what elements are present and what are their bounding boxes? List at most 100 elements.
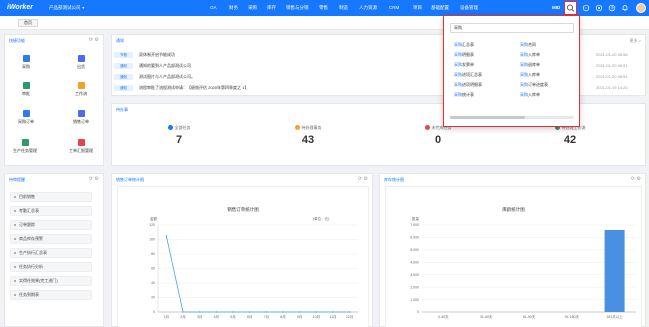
notice-more-link[interactable]: 更多 > [630,38,641,44]
y-tick-label: 6,000 [410,236,419,240]
tab-home[interactable]: 首页 [18,19,38,27]
y-tick-label: 60 [151,267,155,271]
reminder-item[interactable]: 订单跟踪 [10,220,92,230]
search-result-item[interactable]: 采购明细表 [454,52,474,58]
settings-icon[interactable]: ⚙ [95,37,99,43]
y-tick-label: 0 [417,310,419,314]
stock-bar-chart: 7,000 6,000 5,000 4,000 3,000 2,000 1,000 0 0-30… [410,223,636,319]
quick-item-purchase[interactable]: 采购 [8,55,44,70]
search-result-item[interactable]: 采购统计表 [454,92,474,98]
notice-tag: 节假 [114,52,133,58]
nav-item-equipment[interactable]: 设备管理 [460,5,478,11]
purchase-order-icon [22,110,30,117]
message-icon[interactable] [582,4,590,12]
search-result-item[interactable]: 采购汇总表 [454,42,474,48]
scrollbar-thumb[interactable] [450,116,525,119]
x-tick-label: 31-60天 [480,315,493,319]
nav-item-retail[interactable]: 零售 [319,5,328,11]
quick-item-production-task[interactable]: 生产任务管理 [5,139,45,154]
data-point [282,311,284,313]
purchase-icon [22,55,30,62]
quick-item-work-report[interactable]: 工单汇报管理 [61,139,101,154]
search-highlight: 采购 [520,62,528,67]
reminder-item[interactable]: 任务到期表 [10,290,92,300]
stat-all-tasks[interactable]: 全部任务 7 [139,125,219,146]
x-tick-label: 61-90天 [523,315,536,319]
data-point [198,311,201,313]
nav-item-finance[interactable]: 财务 [229,5,238,11]
help-icon[interactable] [608,4,616,12]
refresh-icon[interactable]: ⟳ [358,176,362,182]
notice-row[interactable]: 通知 通知的要到人产品部测试公司 [114,63,191,69]
x-tick-label: 10月 [313,314,320,319]
search-highlight: 采购 [454,82,462,87]
search-input[interactable]: 采购 [450,23,574,33]
nav-item-manufacturing[interactable]: 制造 [339,5,348,11]
quick-item-purchase-order[interactable]: 采购订单 [8,110,44,125]
reminder-item[interactable]: 商品库存预警 [10,234,92,244]
avatar[interactable] [636,3,646,13]
data-point [182,311,184,313]
nav-item-crm[interactable]: CRM [389,5,399,10]
refresh-icon[interactable]: ⟳ [89,176,93,182]
search-highlight: 采购 [520,82,528,87]
reminder-item[interactable]: 实得任效果(完工进门) [10,276,92,286]
popup-scrollbar[interactable] [450,116,574,119]
stat-pending-affairs[interactable]: 待处理事务 43 [268,125,348,146]
quick-item-sales-order[interactable]: 销售订单 [63,110,99,125]
stat-unfinished-tasks[interactable]: 未完成任务 0 [398,125,478,146]
quick-item-shipping[interactable]: 出货 [63,55,99,70]
bell-icon[interactable] [621,4,629,12]
reminder-item[interactable]: 生产执行汇总表 [10,248,92,258]
panel-tools: ⟳ ⚙ [89,176,99,182]
search-result-item[interactable]: 采购发票单 [454,62,474,68]
workflow-icon [77,82,85,89]
work-report-icon [77,139,85,146]
settings-icon[interactable]: ⚙ [95,176,99,182]
nav-item-base-config[interactable]: 基础配置 [431,5,449,11]
y-tick-label: 7,000 [410,223,419,227]
reminder-item[interactable]: 任务执行分析 [10,262,92,272]
gear-icon[interactable] [595,4,603,12]
settings-icon[interactable]: ⚙ [637,176,641,182]
nav-item-oa[interactable]: OA [210,5,217,10]
reminders-panel: 待审提醒 ⟳ ⚙ 目前销售 考勤汇总表 订单跟踪 商品库存预警 生产执行汇总表 … [4,173,104,327]
quick-functions-panel: 快捷功能 ⟳ ⚙ 采购 出货 审批 工作流 采购订单 销售订单 生产任务管理 工… [4,34,104,166]
quick-item-workflow[interactable]: 工作流 [63,82,99,97]
search-result-item[interactable]: 采购入库单 [520,92,540,98]
search-result-text: 入库单 [528,92,540,97]
search-highlight: 采购 [454,72,462,77]
refresh-icon[interactable]: ⟳ [631,176,635,182]
alert-icon [424,125,430,130]
x-tick-label: 181天以上 [606,314,623,319]
notice-row[interactable]: 通知 测试图片与人产品部测试公司。 [114,74,195,80]
quick-item-approval[interactable]: 审批 [8,82,44,97]
search-result-item[interactable]: 采购进项汇总表 [454,72,482,78]
search-result-item[interactable]: 采购退库单 [520,62,540,68]
nav-item-sales[interactable]: 销售与分销 [286,5,309,11]
y-tick-label: 20 [151,296,155,300]
notice-tag: 通知 [114,63,133,69]
reminder-item[interactable]: 目前销售 [10,192,92,202]
notice-row[interactable]: 通知 流程审批了流程测试申请：【绩效评估 2020年第四季度之 1】 [114,85,248,91]
search-highlight: 采购 [520,92,528,97]
panel-tools: ⟳ ⚙ [89,37,99,43]
nav-item-inventory[interactable]: 库存 [267,5,276,11]
stat-pending-workflow[interactable]: 待处理工作流 42 [530,125,610,146]
nav-item-purchase[interactable]: 采购 [248,5,257,11]
company-selector[interactable]: 产品部测试公司▼ [49,5,85,11]
notice-row[interactable]: 节假 双休制开启节能成功 [114,52,175,58]
search-result-text: 合同 [528,42,536,47]
search-result-item[interactable]: 采购进项明细表 [454,82,482,88]
search-button[interactable] [564,1,577,15]
settings-icon[interactable]: ⚙ [364,176,368,182]
refresh-icon[interactable]: ⟳ [89,37,93,43]
search-result-item[interactable]: 采购订单进度表 [520,82,548,88]
reminder-item[interactable]: 考勤汇总表 [10,206,92,216]
x-tick-label: 11月 [329,314,336,319]
nav-item-hr[interactable]: 人力资源 [359,5,377,11]
search-result-item[interactable]: 采购入库单 [520,52,540,58]
search-result-item[interactable]: 采购入库单 [520,72,540,78]
search-result-item[interactable]: 采购合同 [520,42,536,48]
nav-item-project[interactable]: 项目 [413,5,422,11]
